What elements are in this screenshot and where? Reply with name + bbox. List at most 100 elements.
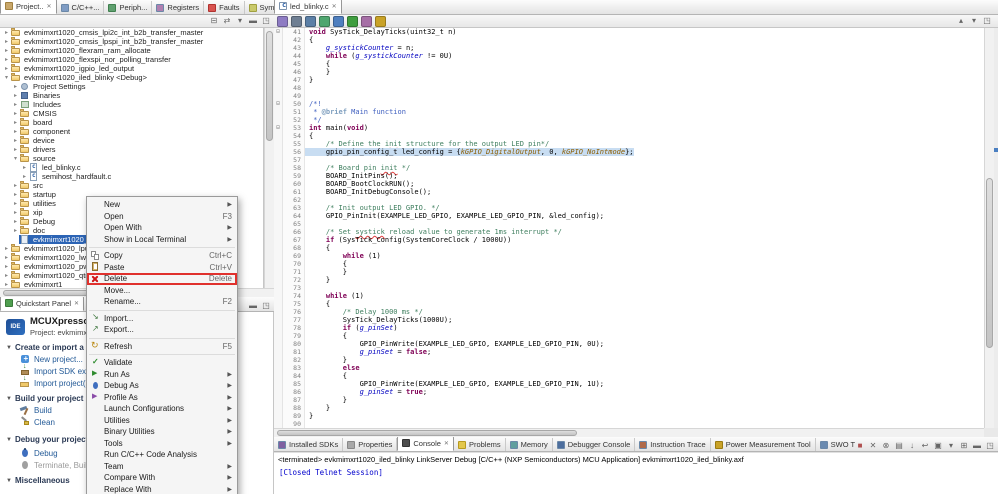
close-icon[interactable]: ✕	[332, 3, 337, 10]
search-icon[interactable]	[375, 15, 386, 27]
tree-collapsed-arrow-icon[interactable]: ▸	[12, 200, 19, 207]
tab-debugger-console[interactable]: Debugger Console	[553, 438, 636, 451]
code-line[interactable]: 78 if (g_pinSet)	[274, 324, 984, 332]
tab-console[interactable]: Console ✕	[397, 437, 454, 451]
maximize-icon[interactable]: ◳	[982, 16, 992, 26]
minimize-icon[interactable]: ▬	[248, 301, 258, 311]
pin-console-icon[interactable]: ▣	[933, 441, 943, 451]
tree-expanded-arrow-icon[interactable]: ▾	[12, 155, 19, 162]
code-line[interactable]: 46 }	[274, 68, 984, 76]
menu-item-open[interactable]: Open F3	[87, 211, 237, 223]
tab-registers[interactable]: Registers	[152, 1, 205, 14]
code-line[interactable]: 67 if (SysTick_Config(SystemCoreClock / …	[274, 236, 984, 244]
tab-instruction-trace[interactable]: Instruction Trace	[635, 438, 711, 451]
tree-item-component[interactable]: ▸ component	[0, 127, 263, 136]
tree-collapsed-arrow-icon[interactable]: ▸	[3, 245, 10, 252]
code-line[interactable]: ⊟ 50 /*!	[274, 100, 984, 108]
tree-collapsed-arrow-icon[interactable]: ▸	[12, 92, 19, 99]
scrollbar-thumb[interactable]	[986, 178, 993, 348]
tree-collapsed-arrow-icon[interactable]: ▸	[21, 164, 28, 171]
code-line[interactable]: 64 GPIO_PinInit(EXAMPLE_LED_GPIO, EXAMPL…	[274, 212, 984, 220]
tab-swo-trace-config[interactable]: SWO Trace Config	[816, 438, 855, 451]
code-line[interactable]: 81 g_pinSet = false;	[274, 348, 984, 356]
tree-item-src[interactable]: ▸ src	[0, 181, 263, 190]
menu-item-launch-configurations[interactable]: Launch Configurations ▶	[87, 403, 237, 415]
code-line[interactable]: 56 gpio_pin_config_t led_config = {kGPIO…	[274, 148, 984, 156]
menu-item-compare-with[interactable]: Compare With ▶	[87, 472, 237, 484]
run-icon[interactable]	[347, 15, 358, 27]
close-icon[interactable]: ✕	[444, 440, 449, 447]
menu-item-export[interactable]: Export...	[87, 324, 237, 336]
tab-properties[interactable]: Properties	[343, 438, 398, 451]
code-line[interactable]: 70 {	[274, 260, 984, 268]
tree-collapsed-arrow-icon[interactable]: ▸	[12, 83, 19, 90]
tree-expanded-arrow-icon[interactable]: ▾	[3, 74, 10, 81]
link-with-editor-icon[interactable]: ⇄	[222, 16, 232, 26]
view-menu-icon[interactable]: ▾	[235, 16, 245, 26]
tree-item-led-blinky-c[interactable]: ▸ led_blinky.c	[0, 163, 263, 172]
menu-item-open-with[interactable]: Open With ▶	[87, 222, 237, 234]
menu-item-profile-as[interactable]: Profile As ▶	[87, 392, 237, 404]
tree-collapsed-arrow-icon[interactable]: ▸	[12, 110, 19, 117]
tab-faults[interactable]: Faults	[204, 1, 245, 14]
maximize-icon[interactable]: ◳	[261, 301, 271, 311]
code-line[interactable]: 88 }	[274, 404, 984, 412]
tree-item-board[interactable]: ▸ board	[0, 118, 263, 127]
tab-installed-sdks[interactable]: Installed SDKs	[274, 438, 344, 451]
tree-item-evkmimxrt1020-cmsis-lpi2c-int-b2b-transfer-master[interactable]: ▸ evkmimxrt1020_cmsis_lpi2c_int_b2b_trans…	[0, 28, 263, 37]
code-line[interactable]: 54 {	[274, 132, 984, 140]
tree-item-drivers[interactable]: ▸ drivers	[0, 145, 263, 154]
tree-item-project-settings[interactable]: ▸ Project Settings	[0, 82, 263, 91]
tree-collapsed-arrow-icon[interactable]: ▸	[12, 227, 19, 234]
code-line[interactable]: 51 * @brief Main function	[274, 108, 984, 116]
minimize-icon[interactable]: ▬	[248, 16, 258, 26]
code-line[interactable]: 73	[274, 284, 984, 292]
tree-item-evkmimxrt1020-flexram-ram-allocate[interactable]: ▸ evkmimxrt1020_flexram_ram_allocate	[0, 46, 263, 55]
menu-item-paste[interactable]: Paste Ctrl+V	[87, 262, 237, 274]
code-line[interactable]: 77 SysTick_DelayTicks(1000U);	[274, 316, 984, 324]
open-console-icon[interactable]: ⊞	[959, 441, 969, 451]
tab-quickstart-panel[interactable]: Quickstart Panel ✕	[0, 297, 85, 311]
maximize-icon[interactable]: ◳	[261, 16, 271, 26]
fold-collapse-icon[interactable]: ⊟	[274, 100, 283, 108]
tree-collapsed-arrow-icon[interactable]: ▸	[21, 173, 28, 180]
tree-item-source[interactable]: ▾ source	[0, 154, 263, 163]
next-annotation-icon[interactable]: ▾	[969, 16, 979, 26]
code-line[interactable]: 43 g_systickCounter = n;	[274, 44, 984, 52]
tab-power-measurement-tool[interactable]: Power Measurement Tool	[711, 438, 816, 451]
tree-item-includes[interactable]: ▸ Includes	[0, 100, 263, 109]
code-line[interactable]: 45 {	[274, 60, 984, 68]
code-line[interactable]: 65	[274, 220, 984, 228]
code-line[interactable]: 82 }	[274, 356, 984, 364]
tab-periph[interactable]: Periph...	[104, 1, 153, 14]
code-line[interactable]: 42 {	[274, 36, 984, 44]
build-icon[interactable]	[305, 15, 316, 27]
display-selected-console-icon[interactable]: ▾	[946, 441, 956, 451]
code-line[interactable]: 52 */	[274, 116, 984, 124]
tree-collapsed-arrow-icon[interactable]: ▸	[12, 119, 19, 126]
tree-item-evkmimxrt1020-iled-blinky-debug[interactable]: ▾ evkmimxrt1020_iled_blinky <Debug>	[0, 73, 263, 82]
minimize-icon[interactable]: ▬	[972, 441, 982, 451]
collapse-all-icon[interactable]: ⊟	[209, 16, 219, 26]
tree-item-evkmimxrt1020-cmsis-lpspi-int-b2b-transfer-master[interactable]: ▸ evkmimxrt1020_cmsis_lpspi_int_b2b_trans…	[0, 37, 263, 46]
tree-item-cmsis[interactable]: ▸ CMSIS	[0, 109, 263, 118]
code-line[interactable]: ⊟ 53 int main(void)	[274, 124, 984, 132]
tree-collapsed-arrow-icon[interactable]: ▸	[12, 128, 19, 135]
code-line[interactable]: 59 BOARD_InitPins();	[274, 172, 984, 180]
code-line[interactable]: 58 /* Board pin init */	[274, 164, 984, 172]
remove-all-launches-icon[interactable]: ⊗	[881, 441, 891, 451]
fold-collapse-icon[interactable]: ⊟	[274, 124, 283, 132]
tab-project[interactable]: Project.. ✕	[0, 0, 57, 14]
tree-item-binaries[interactable]: ▸ Binaries	[0, 91, 263, 100]
tree-collapsed-arrow-icon[interactable]: ▸	[3, 281, 10, 288]
code-line[interactable]: 60 BOARD_BootClockRUN();	[274, 180, 984, 188]
tree-collapsed-arrow-icon[interactable]: ▸	[12, 218, 19, 225]
fold-collapse-icon[interactable]: ⊟	[274, 28, 283, 36]
new-file-icon[interactable]	[277, 15, 288, 27]
scrollbar-thumb[interactable]	[277, 430, 577, 436]
debug-icon[interactable]	[333, 15, 344, 27]
maximize-icon[interactable]: ◳	[985, 441, 995, 451]
tree-collapsed-arrow-icon[interactable]: ▸	[12, 209, 19, 216]
clear-console-icon[interactable]: ▤	[894, 441, 904, 451]
menu-item-binary-utilities[interactable]: Binary Utilities ▶	[87, 426, 237, 438]
